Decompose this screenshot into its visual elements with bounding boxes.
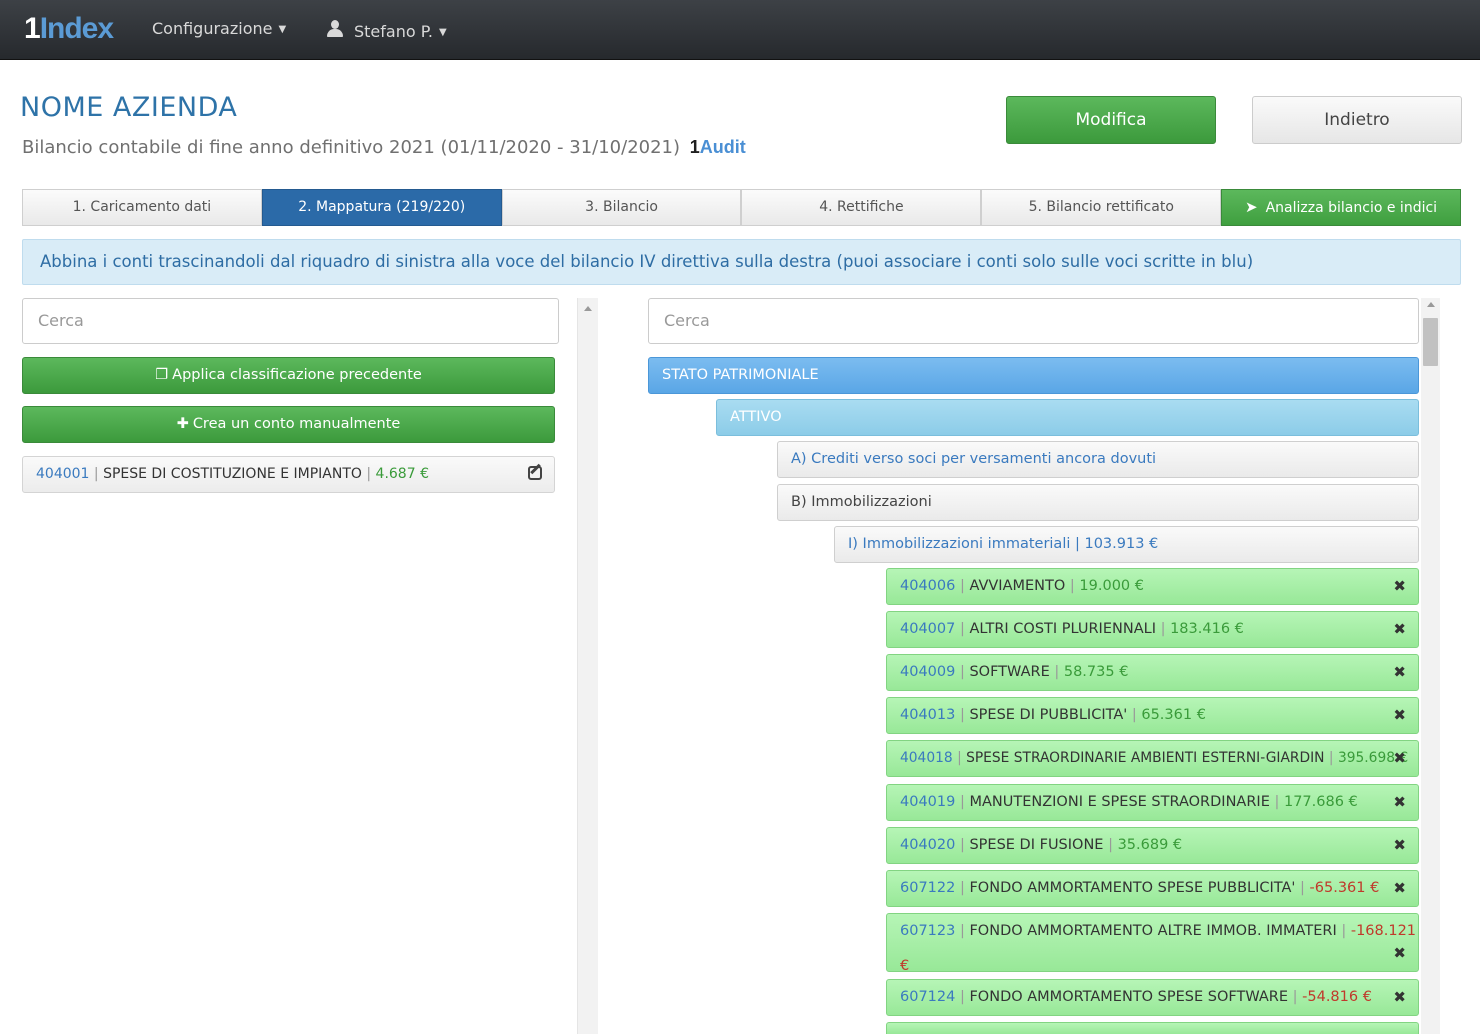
copy-icon: ❐ — [155, 367, 169, 383]
plus-icon: ✚ — [176, 416, 189, 432]
create-account-label: Crea un conto manualmente — [192, 416, 401, 432]
remove-icon[interactable]: ✖ — [1393, 980, 1406, 1015]
remove-icon[interactable]: ✖ — [1393, 569, 1406, 604]
step-tabs: 1. Caricamento dati 2. Mappatura (219/22… — [22, 189, 1461, 226]
info-alert: Abbina i conti trascinandoli dal riquadr… — [22, 239, 1461, 285]
left-search-input[interactable]: Cerca — [22, 298, 559, 344]
caret-down-icon: ▼ — [278, 24, 287, 35]
remove-icon[interactable]: ✖ — [1393, 785, 1406, 820]
user-icon — [326, 20, 344, 38]
remove-icon[interactable]: ✖ — [1393, 698, 1406, 733]
config-menu-label: Configurazione — [152, 19, 273, 38]
remove-icon[interactable]: ✖ — [1393, 741, 1406, 776]
remove-icon[interactable]: ✖ — [1393, 936, 1406, 971]
scroll-up-icon[interactable] — [584, 306, 592, 311]
scroll-up-icon[interactable] — [1427, 302, 1435, 307]
right-search-input[interactable]: Cerca — [648, 298, 1419, 344]
mapped-account-item[interactable]: 404019 | MANUTENZIONI E SPESE STRAORDINA… — [886, 784, 1419, 821]
subtitle-text: Bilancio contabile di fine anno definiti… — [22, 137, 681, 158]
right-scrollbar[interactable] — [1421, 298, 1440, 1034]
apply-classification-button[interactable]: ❐ Applica classificazione precedente — [22, 357, 555, 394]
tree-node-immobilizzazioni-immateriali[interactable]: I) Immobilizzazioni immateriali | 103.91… — [834, 526, 1419, 563]
edit-icon[interactable] — [528, 466, 542, 480]
logo-text: Index — [39, 12, 114, 45]
mapped-account-item[interactable]: 404018 | SPESE STRAORDINARIE AMBIENTI ES… — [886, 740, 1419, 777]
modifica-button[interactable]: Modifica — [1006, 96, 1216, 144]
remove-icon[interactable]: ✖ — [1393, 612, 1406, 647]
mapped-account-item[interactable]: 404020 | SPESE DI FUSIONE | 35.689 € ✖ — [886, 827, 1419, 864]
indietro-button[interactable]: Indietro — [1252, 96, 1462, 144]
mapped-account-item[interactable]: 404007 | ALTRI COSTI PLURIENNALI | 183.4… — [886, 611, 1419, 648]
unmapped-account-item[interactable]: 404001 | SPESE DI COSTITUZIONE E IMPIANT… — [22, 456, 555, 493]
tab-mappatura[interactable]: 2. Mappatura (219/220) — [261, 189, 502, 226]
page-title: NOME AZIENDA — [20, 92, 238, 123]
logo-one: 1 — [24, 12, 41, 45]
caret-down-icon: ▼ — [438, 27, 447, 38]
tree-node-attivo[interactable]: ATTIVO — [716, 399, 1419, 436]
paper-plane-icon: ➤ — [1245, 198, 1258, 216]
tree-node-crediti-soci[interactable]: A) Crediti verso soci per versamenti anc… — [777, 441, 1419, 478]
mapped-account-item[interactable]: 607124 | FONDO AMMORTAMENTO SPESE SOFTWA… — [886, 979, 1419, 1016]
account-code: 404001 — [36, 466, 90, 482]
tree-node-stato-patrimoniale[interactable]: STATO PATRIMONIALE — [648, 357, 1419, 394]
create-account-button[interactable]: ✚ Crea un conto manualmente — [22, 406, 555, 443]
tab-rettifiche[interactable]: 4. Rettifiche — [741, 189, 982, 226]
config-menu[interactable]: Configurazione ▼ — [152, 19, 286, 38]
left-scrollbar[interactable] — [577, 298, 598, 1034]
tab-caricamento[interactable]: 1. Caricamento dati — [22, 189, 262, 226]
mapped-account-item-partial[interactable] — [886, 1022, 1419, 1034]
mapped-account-item[interactable]: 404009 | SOFTWARE | 58.735 € ✖ — [886, 654, 1419, 691]
tab-bilancio-rettificato[interactable]: 5. Bilancio rettificato — [981, 189, 1222, 226]
apply-classification-label: Applica classificazione precedente — [172, 367, 422, 383]
mapped-account-item[interactable]: 607122 | FONDO AMMORTAMENTO SPESE PUBBLI… — [886, 870, 1419, 907]
tab-analizza[interactable]: ➤ Analizza bilancio e indici — [1221, 189, 1461, 226]
mapped-account-item[interactable]: 404013 | SPESE DI PUBBLICITA' | 65.361 €… — [886, 697, 1419, 734]
user-menu-label: Stefano P. — [354, 22, 433, 41]
mapped-account-item[interactable]: 404006 | AVVIAMENTO | 19.000 € ✖ — [886, 568, 1419, 605]
user-menu[interactable]: Stefano P. ▼ — [326, 19, 447, 41]
account-amount: 4.687 € — [375, 466, 429, 482]
remove-icon[interactable]: ✖ — [1393, 655, 1406, 690]
remove-icon[interactable]: ✖ — [1393, 871, 1406, 906]
tab-analizza-label: Analizza bilancio e indici — [1265, 200, 1438, 216]
page-subtitle: Bilancio contabile di fine anno definiti… — [22, 137, 746, 158]
account-name: SPESE DI COSTITUZIONE E IMPIANTO — [103, 466, 362, 482]
mapped-account-item[interactable]: 607123 | FONDO AMMORTAMENTO ALTRE IMMOB.… — [886, 913, 1419, 974]
audit-logo: 1Audit — [689, 137, 746, 157]
remove-icon[interactable]: ✖ — [1393, 828, 1406, 863]
app-logo[interactable]: 1Index — [24, 12, 114, 46]
tree-node-immobilizzazioni[interactable]: B) Immobilizzazioni — [777, 484, 1419, 521]
top-navbar: 1Index Configurazione ▼ Stefano P. ▼ — [0, 0, 1480, 60]
scrollbar-thumb[interactable] — [1423, 318, 1438, 366]
tab-bilancio[interactable]: 3. Bilancio — [501, 189, 742, 226]
